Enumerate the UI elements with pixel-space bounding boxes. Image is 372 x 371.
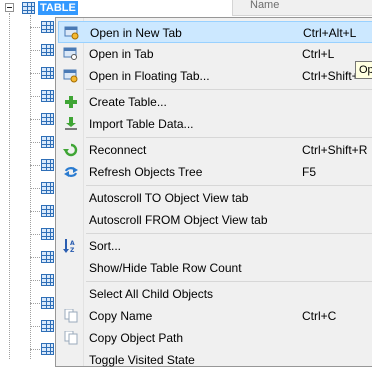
menu-item-select-all-children[interactable]: Select All Child Objects xyxy=(58,283,372,305)
table-grid-icon xyxy=(41,228,54,240)
open-new-tab-icon xyxy=(64,26,80,40)
table-grid-icon xyxy=(41,44,54,56)
table-grid-icon xyxy=(41,113,54,125)
tree-node-label: TABLE xyxy=(38,1,78,15)
copy-icon xyxy=(63,308,79,323)
table-grid-icon xyxy=(41,136,54,148)
table-grid-icon xyxy=(41,297,54,309)
table-grid-icon xyxy=(41,67,54,79)
floating-tab-icon xyxy=(63,69,79,83)
svg-text:Z: Z xyxy=(70,247,75,253)
table-grid-icon xyxy=(41,274,54,286)
collapse-toggle[interactable] xyxy=(5,3,14,12)
menu-item-create-table[interactable]: Create Table... xyxy=(58,91,372,113)
context-menu: Open in New Tab Ctrl+Alt+L Open in Tab C… xyxy=(55,17,372,367)
menu-item-open-in-floating-tab[interactable]: Open in Floating Tab... Ctrl+Shift+ xyxy=(58,65,372,87)
menu-item-sort[interactable]: A Z Sort... xyxy=(58,235,372,257)
plus-icon xyxy=(63,95,79,109)
table-grid-icon xyxy=(41,205,54,217)
table-grid-icon xyxy=(41,21,54,33)
menu-item-open-in-new-tab[interactable]: Open in New Tab Ctrl+Alt+L xyxy=(58,21,372,43)
menu-item-refresh-objects-tree[interactable]: Refresh Objects Tree F5 xyxy=(58,161,372,183)
menu-item-copy-name[interactable]: Copy Name Ctrl+C xyxy=(58,305,372,327)
column-header-name[interactable]: Name xyxy=(232,0,372,16)
table-grid-icon xyxy=(41,159,54,171)
table-grid-icon xyxy=(41,343,54,355)
menu-item-toggle-visited-state[interactable]: Toggle Visited State xyxy=(58,349,372,371)
menu-item-show-hide-row-count[interactable]: Show/Hide Table Row Count xyxy=(58,257,372,279)
table-grid-icon xyxy=(41,182,54,194)
sort-az-icon: A Z xyxy=(63,239,79,254)
table-grid-icon xyxy=(41,90,54,102)
copy-path-icon xyxy=(63,330,79,345)
menu-item-copy-object-path[interactable]: Copy Object Path xyxy=(58,327,372,349)
open-tab-icon xyxy=(63,47,79,61)
tooltip: Op xyxy=(355,61,372,79)
table-grid-icon xyxy=(41,251,54,263)
table-grid-icon xyxy=(22,2,35,14)
menu-item-reconnect[interactable]: Reconnect Ctrl+Shift+R xyxy=(58,139,372,161)
tree-node-table[interactable]: TABLE xyxy=(22,1,78,15)
reconnect-icon xyxy=(63,143,79,157)
menu-item-open-in-tab[interactable]: Open in Tab Ctrl+L xyxy=(58,43,372,65)
table-grid-icon xyxy=(41,320,54,332)
menu-item-autoscroll-from[interactable]: Autoscroll FROM Object View tab xyxy=(58,209,372,231)
menu-item-autoscroll-to[interactable]: Autoscroll TO Object View tab xyxy=(58,187,372,209)
svg-text:A: A xyxy=(70,240,75,247)
menu-item-import-table-data[interactable]: Import Table Data... xyxy=(58,113,372,135)
refresh-icon xyxy=(63,165,79,179)
import-icon xyxy=(63,117,79,131)
